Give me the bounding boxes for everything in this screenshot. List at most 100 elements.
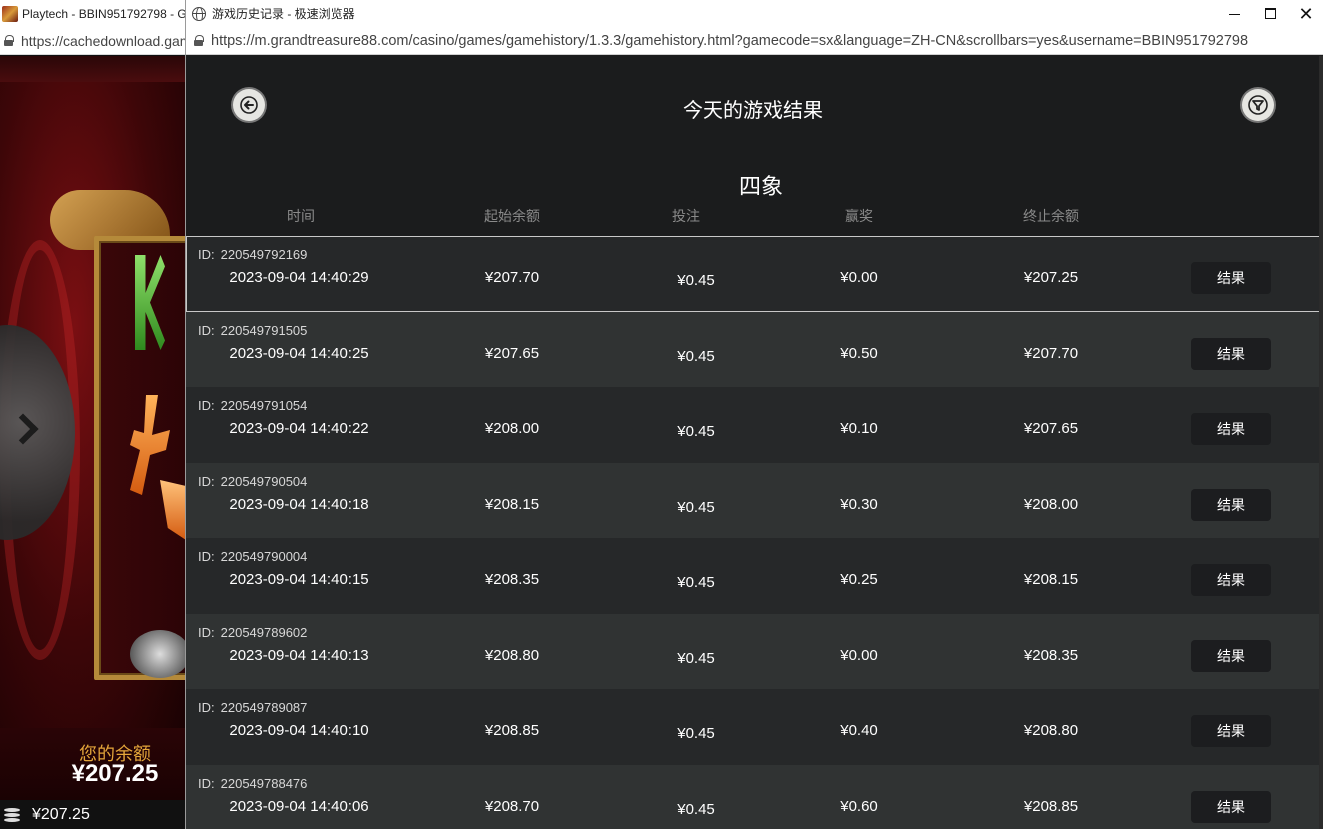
result-button[interactable]: 结果 (1191, 413, 1271, 445)
row-end-balance: ¥208.85 (1023, 797, 1079, 815)
row-id-prefix: ID: (198, 322, 215, 338)
row-id: ID: 220549789602 (198, 625, 307, 640)
row-id-value: 220549790004 (220, 549, 308, 564)
history-row[interactable]: ID: 220549789602 2023-09-04 14:40:13 ¥208.8… (186, 613, 1320, 689)
row-bet: ¥0.45 (677, 498, 715, 516)
minimize-button[interactable] (1216, 0, 1252, 27)
game-history-page: 今天的游戏结果 四象 时间 起始余额 投注 赢奖 终止余额 ID: 2205497… (186, 56, 1320, 829)
row-id-value: 220549791505 (220, 322, 308, 338)
row-time: 2023-09-04 14:40:10 (229, 722, 369, 739)
maximize-button[interactable] (1252, 0, 1288, 27)
lock-icon (4, 35, 14, 46)
lock-icon (194, 35, 204, 46)
row-start-balance: ¥208.80 (484, 646, 540, 664)
row-time: 2023-09-04 14:40:15 (229, 571, 369, 588)
row-id: ID: 220549791054 (198, 398, 307, 413)
row-win: ¥0.40 (840, 722, 878, 739)
result-button[interactable]: 结果 (1191, 790, 1271, 823)
result-button[interactable]: 结果 (1191, 639, 1271, 672)
row-end-balance: ¥208.80 (1023, 722, 1079, 739)
row-id: ID: 220549790004 (198, 549, 307, 564)
row-win: ¥0.10 (840, 420, 878, 437)
history-row[interactable]: ID: 220549791505 2023-09-04 14:40:25 ¥207.6… (186, 311, 1320, 387)
history-row[interactable]: ID: 220549790504 2023-09-04 14:40:18 ¥208.1… (186, 462, 1320, 538)
window-title-bar[interactable]: 游戏历史记录 - 极速浏览器 ✕ (186, 0, 1323, 27)
address-bar[interactable]: https://m.grandtreasure88.com/casino/gam… (186, 27, 1323, 55)
row-start-balance: ¥207.70 (484, 269, 540, 286)
filter-button[interactable] (1242, 89, 1274, 121)
history-row[interactable]: ID: 220549791054 2023-09-04 14:40:22 ¥208.0… (186, 387, 1320, 463)
page-scrollbar[interactable] (1319, 56, 1323, 829)
row-win: ¥0.25 (840, 571, 878, 588)
maximize-icon (1264, 8, 1276, 19)
row-win: ¥0.60 (840, 797, 878, 815)
close-button[interactable]: ✕ (1288, 0, 1323, 27)
background-title-bar[interactable]: Playtech - BBIN951792798 - Gold (0, 0, 186, 27)
background-window-title: Playtech - BBIN951792798 - Gold (22, 6, 186, 21)
row-end-balance: ¥207.70 (1023, 344, 1079, 362)
row-id-prefix: ID: (198, 398, 215, 413)
row-bet: ¥0.45 (677, 649, 715, 667)
row-time: 2023-09-04 14:40:13 (229, 646, 369, 664)
row-time: 2023-09-04 14:40:06 (229, 797, 369, 815)
row-id-prefix: ID: (198, 473, 215, 489)
row-start-balance: ¥208.35 (484, 571, 540, 588)
row-start-balance: ¥207.65 (484, 344, 540, 362)
row-win: ¥0.30 (840, 495, 878, 513)
row-start-balance: ¥208.00 (484, 420, 540, 437)
row-id: ID: 220549790504 (198, 474, 307, 489)
row-id: ID: 220549791505 (198, 323, 307, 338)
game-top-band (0, 56, 186, 82)
balance-value: ¥207.25 (71, 760, 159, 787)
history-row[interactable]: ID: 220549788476 2023-09-04 14:40:06 ¥208.7… (186, 764, 1320, 829)
row-id-prefix: ID: (198, 775, 215, 791)
column-header-bet: 投注 (672, 208, 700, 224)
coins-icon (2, 806, 24, 824)
row-id-value: 220549791054 (220, 398, 308, 413)
close-icon: ✕ (1298, 3, 1314, 24)
window-controls: ✕ (1216, 0, 1323, 27)
column-header-start-balance: 起始余额 (484, 208, 540, 224)
row-id-prefix: ID: (198, 247, 215, 262)
row-end-balance: ¥207.65 (1023, 420, 1079, 437)
window-title: 游戏历史记录 - 极速浏览器 (212, 7, 355, 21)
row-id-prefix: ID: (198, 624, 215, 640)
history-row[interactable]: ID: 220549789087 2023-09-04 14:40:10 ¥208.8… (186, 689, 1320, 765)
game-history-browser-window: 游戏历史记录 - 极速浏览器 ✕ https://m.grandtreasure… (185, 0, 1323, 829)
coin-ornament (130, 630, 186, 678)
history-row[interactable]: ID: 220549790004 2023-09-04 14:40:15 ¥208.3… (186, 538, 1320, 614)
row-end-balance: ¥207.25 (1023, 269, 1079, 286)
result-button[interactable]: 结果 (1191, 488, 1271, 521)
column-header-end-balance: 终止余额 (1023, 208, 1079, 224)
row-id-value: 220549789087 (220, 700, 308, 715)
history-row[interactable]: ID: 220549792169 2023-09-04 14:40:29 ¥207.7… (186, 236, 1320, 312)
row-time: 2023-09-04 14:40:18 (229, 495, 369, 513)
result-button[interactable]: 结果 (1191, 337, 1271, 370)
globe-icon (192, 6, 206, 21)
history-list: ID: 220549792169 2023-09-04 14:40:29 ¥207.7… (186, 236, 1320, 829)
column-header-win: 赢奖 (845, 208, 873, 224)
url-text: https://m.grandtreasure88.com/casino/gam… (211, 32, 1249, 49)
result-button[interactable]: 结果 (1191, 564, 1271, 596)
row-id-prefix: ID: (198, 700, 215, 715)
row-id: ID: 220549788476 (198, 776, 307, 791)
page-title: 今天的游戏结果 (683, 100, 823, 122)
result-button[interactable]: 结果 (1191, 262, 1271, 294)
result-button[interactable]: 结果 (1191, 715, 1271, 747)
row-id-value: 220549789602 (220, 624, 308, 640)
row-bet: ¥0.45 (677, 272, 715, 289)
row-id-value: 220549790504 (220, 473, 308, 489)
bottom-balance-bar: ¥207.25 (0, 800, 186, 829)
column-header-time: 时间 (287, 208, 315, 224)
row-id: ID: 220549792169 (198, 247, 307, 262)
background-address-bar[interactable]: https://cachedownload.gamesystem (0, 27, 186, 55)
row-win: ¥0.00 (840, 269, 878, 286)
row-end-balance: ¥208.15 (1023, 571, 1079, 588)
row-start-balance: ¥208.70 (484, 797, 540, 815)
row-time: 2023-09-04 14:40:29 (229, 269, 369, 286)
row-win: ¥0.00 (840, 646, 878, 664)
row-win: ¥0.50 (840, 344, 878, 362)
bottom-balance-value: ¥207.25 (32, 805, 90, 823)
game-name: 四象 (738, 174, 783, 199)
row-end-balance: ¥208.35 (1023, 646, 1079, 664)
